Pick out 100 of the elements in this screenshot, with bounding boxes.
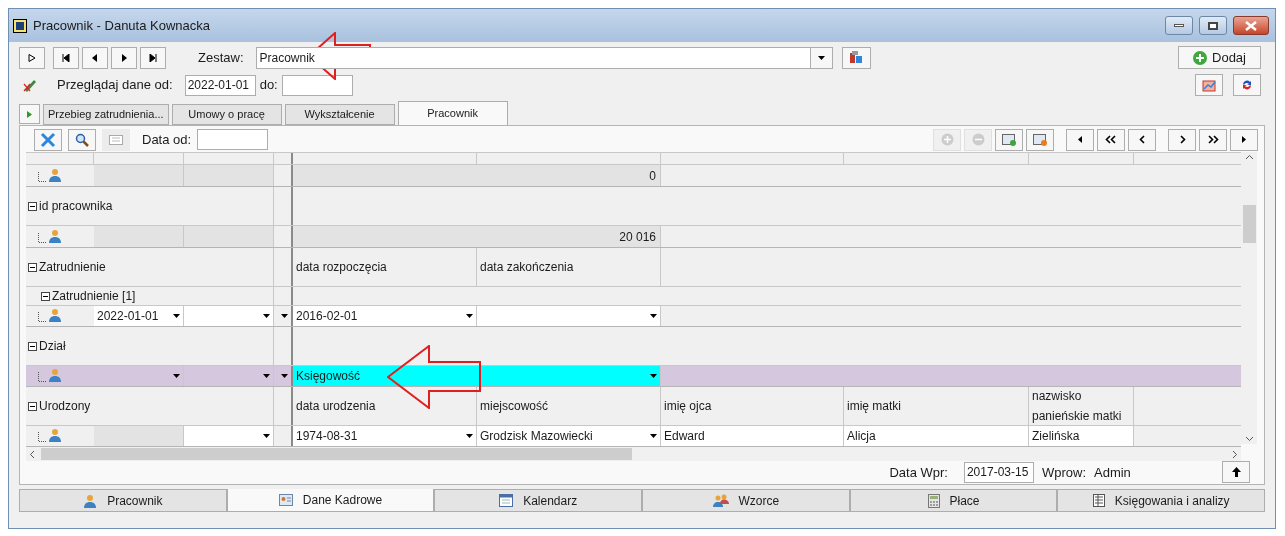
column-header: data zakończenia [477,248,661,287]
scroll-up-icon[interactable] [1244,154,1254,161]
person-icon [83,493,98,508]
first-record-button[interactable] [53,46,79,69]
to-date-field[interactable] [281,74,353,96]
module-tab[interactable]: Płace [849,489,1058,512]
ledger-icon [1092,494,1105,507]
module-tab[interactable]: Wzorce [642,489,850,512]
column-header: imię ojca [661,387,844,426]
person-icon [48,229,62,244]
next-button[interactable] [1230,128,1258,151]
tree-connector-icon [38,372,46,383]
tab[interactable]: Pracownik [397,101,508,125]
chevron-left-icon [1138,135,1146,145]
collapse-icon[interactable] [41,292,50,301]
play-icon [28,53,36,62]
collapse-icon[interactable] [28,202,37,211]
dropdown-arrow-icon [466,434,473,439]
module-tab[interactable]: Księgowania i analizy [1057,489,1266,512]
dropdown-arrow-icon [173,314,180,319]
column-header: data rozpoczęcia [293,248,477,287]
dropdown-field[interactable] [184,426,274,447]
dropdown-field[interactable]: 2016-02-01 [293,306,477,327]
add-button[interactable]: Dodaj [1178,46,1261,69]
next-page-button[interactable] [1168,128,1196,151]
dropdown-arrow-icon [263,374,270,379]
triangle-right-icon [1242,136,1246,144]
dropdown-field[interactable] [477,306,661,327]
double-chevron-right-icon [1207,135,1219,145]
entry-date-field[interactable]: 2017-03-15 [963,461,1034,483]
close-button[interactable] [1233,16,1269,35]
dropdown-arrow-icon [650,374,657,379]
collapse-icon[interactable] [28,402,37,411]
group-label: id pracownika [39,198,113,216]
tab[interactable]: Umowy o pracę [171,104,282,125]
chart-icon [1202,78,1216,92]
previous-button[interactable] [1066,128,1094,151]
last-page-button[interactable] [1199,128,1227,151]
dropdown-field[interactable]: 2022-01-01 [94,306,184,327]
triangle-left-icon [92,53,98,62]
module-tab[interactable]: Kalendarz [434,489,642,512]
collapse-icon[interactable] [28,263,37,272]
triangle-right-icon [121,53,127,62]
chart-button[interactable] [1195,74,1223,96]
keyboard-icon [109,134,123,145]
browse-label: Przeglądaj dane od: [57,76,173,95]
dropdown-arrow-icon [281,314,288,319]
collapse-icon[interactable] [28,342,37,351]
tab[interactable]: Wykształcenie [284,104,395,125]
horizontal-scrollbar[interactable] [26,447,1241,461]
search-button[interactable] [68,128,96,151]
table-cell: Alicja [844,426,1029,447]
previous-page-button[interactable] [1128,128,1156,151]
from-date-field[interactable]: 2022-01-01 [184,74,256,96]
play-button[interactable] [19,46,45,69]
set-settings-button[interactable] [841,46,871,69]
scroll-left-icon[interactable] [29,449,35,459]
first-page-button[interactable] [1097,128,1125,151]
minimize-button[interactable] [1165,16,1193,35]
date-from-field[interactable] [197,129,269,151]
scroll-right-icon[interactable] [1232,449,1238,459]
scroll-down-icon[interactable] [1244,436,1254,443]
refresh-button[interactable] [1233,74,1261,96]
module-tab[interactable]: Pracownik [19,489,227,512]
window-title: Pracownik - Danuta Kownacka [33,16,212,35]
dropdown-field[interactable]: Księgowość [293,366,661,387]
previous-record-button[interactable] [82,46,108,69]
chevron-right-icon [1178,135,1186,145]
column-header: miejscowość [477,387,661,426]
dropdown-arrow-icon [817,55,825,60]
scrollbar-thumb[interactable] [41,448,632,460]
dropdown-arrow-icon [263,314,270,319]
next-record-button[interactable] [111,46,137,69]
delete-row-button[interactable] [1026,128,1054,151]
entry-date-label: Data Wpr: [889,463,948,482]
set-label: Zestaw: [198,48,244,67]
up-arrow-icon [1231,467,1241,478]
maximize-button[interactable] [1199,16,1227,35]
set-dropdown[interactable]: Pracownik [255,46,833,69]
dropdown-arrow-icon [263,434,270,439]
tab[interactable]: Przebieg zatrudnienia... [43,104,169,125]
person-icon [48,308,62,323]
module-tab[interactable]: Dane Kadrowe [226,489,435,512]
calculator-icon [927,493,940,508]
tools-button[interactable] [34,128,62,151]
dropdown-field[interactable]: 1974-08-31 [293,426,477,447]
tree-connector-icon [38,172,46,183]
person-icon [48,168,62,183]
copy-row-button[interactable] [995,128,1023,151]
group-label: Urodzony [39,398,91,416]
vertical-scrollbar[interactable] [1241,152,1257,445]
last-record-button[interactable] [140,46,166,69]
scrollbar-thumb[interactable] [1243,205,1256,244]
tree-connector-icon [38,233,46,244]
expand-button[interactable] [19,104,40,124]
scroll-top-button[interactable] [1222,461,1250,484]
dropdown-field[interactable] [184,306,274,327]
readonly-cell: 20 016 [293,226,661,248]
dropdown-field[interactable]: Grodzisk Mazowiecki [477,426,661,447]
column-header: data urodzenia [293,387,477,426]
